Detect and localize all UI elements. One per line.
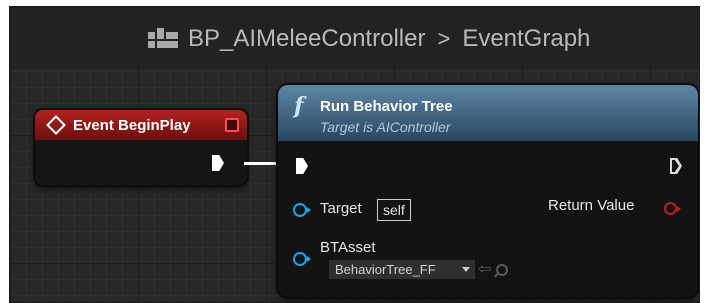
delegate-pin-icon[interactable] — [225, 118, 239, 132]
event-beginplay-node[interactable]: Event BeginPlay — [35, 110, 247, 185]
chevron-down-icon — [462, 267, 470, 272]
graph-titlebar: BP_AIMeleeController > EventGraph — [10, 7, 699, 69]
target-pin-icon[interactable] — [293, 203, 311, 217]
function-node-header: f Run Behavior Tree Target is AIControll… — [278, 85, 698, 141]
exec-output-pin[interactable] — [212, 155, 224, 171]
breadcrumb: BP_AIMeleeController > EventGraph — [148, 24, 590, 54]
run-behavior-tree-node[interactable]: f Run Behavior Tree Target is AIControll… — [278, 85, 698, 297]
blueprint-grid-icon — [148, 28, 178, 50]
breadcrumb-graph[interactable]: EventGraph — [462, 25, 590, 53]
btasset-pin-label: BTAsset — [320, 239, 376, 256]
browse-asset-icon[interactable] — [496, 264, 508, 276]
breadcrumb-blueprint[interactable]: BP_AIMeleeController — [188, 25, 425, 53]
return-value-pin-icon[interactable] — [664, 202, 681, 215]
event-node-title: Event BeginPlay — [73, 116, 191, 134]
blueprint-graph-canvas[interactable]: BP_AIMeleeController > EventGraph Event … — [9, 6, 700, 303]
btasset-dropdown[interactable]: BehaviorTree_FF — [329, 260, 475, 279]
return-value-label: Return Value — [548, 197, 635, 214]
btasset-dropdown-value: BehaviorTree_FF — [335, 262, 436, 277]
breadcrumb-separator: > — [437, 26, 451, 51]
function-node-subtitle: Target is AIController — [320, 119, 451, 135]
target-pin-label: Target — [320, 200, 362, 217]
use-selected-asset-icon[interactable]: ⇦ — [478, 260, 491, 279]
exec-output-pin[interactable] — [670, 158, 682, 174]
function-node-title: Run Behavior Tree — [320, 98, 453, 115]
btasset-pin-icon[interactable] — [293, 252, 311, 266]
exec-input-pin[interactable] — [296, 158, 308, 174]
target-self-value[interactable]: self — [377, 199, 411, 221]
event-node-header: Event BeginPlay — [35, 110, 247, 140]
diamond-event-icon — [46, 115, 66, 135]
function-icon: f — [294, 93, 304, 119]
